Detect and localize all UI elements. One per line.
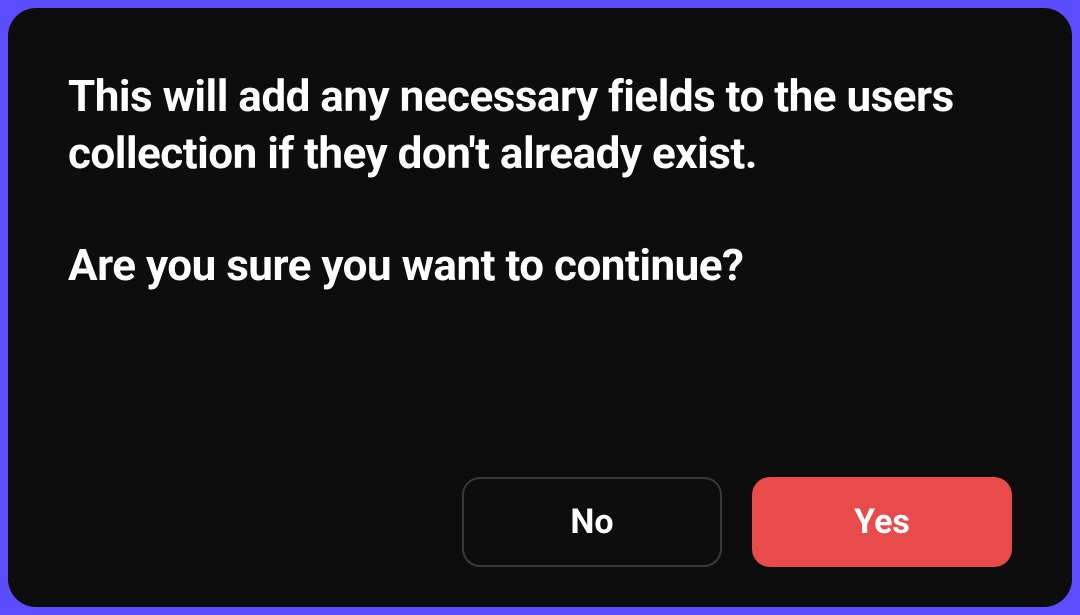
- yes-button[interactable]: Yes: [752, 477, 1012, 567]
- dialog-description: This will add any necessary fields to th…: [68, 68, 1012, 182]
- dialog-actions: No Yes: [68, 477, 1012, 567]
- dialog-question: Are you sure you want to continue?: [68, 237, 1012, 294]
- no-button[interactable]: No: [462, 477, 722, 567]
- confirmation-dialog: This will add any necessary fields to th…: [8, 8, 1072, 607]
- dialog-message: This will add any necessary fields to th…: [68, 68, 1012, 447]
